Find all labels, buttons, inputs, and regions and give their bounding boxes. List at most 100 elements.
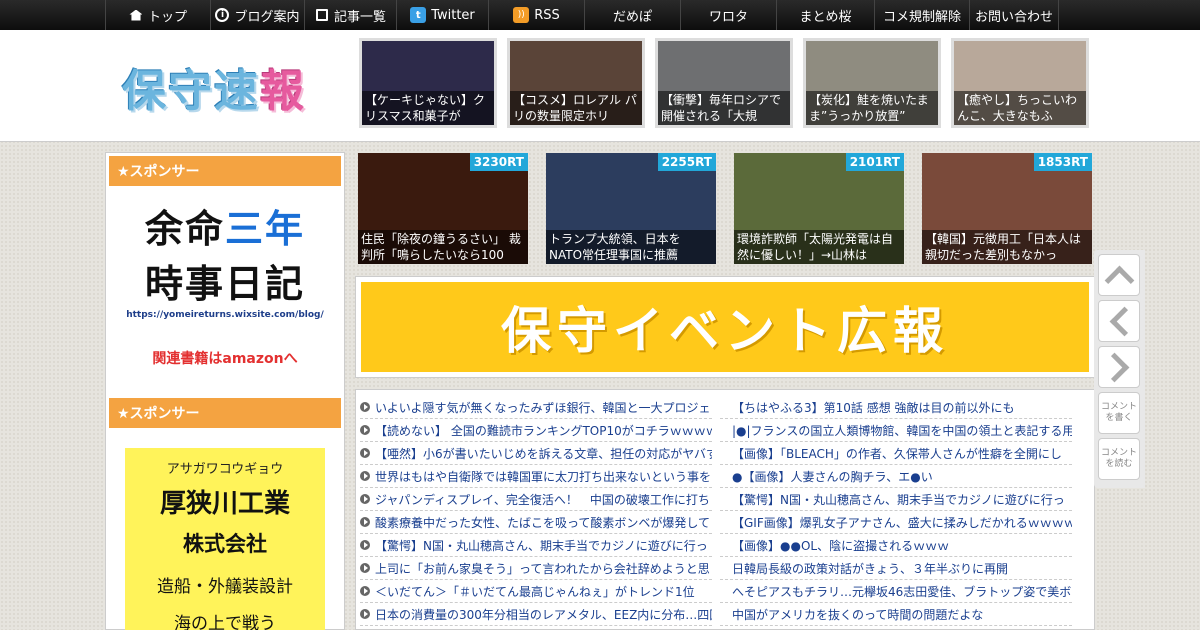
rt-count-badge: 2255RT [657,153,716,171]
header-thumb-caption: 【癒やし】ちっこいわんこ、大きなもふ [954,91,1086,125]
header-thumb[interactable]: 【ケーキじゃない】クリスマス和菓子が [359,38,497,128]
article-title: 【読めない】 全国の難読市ランキングTOP10がコチラｗｗｗｗ [375,423,712,438]
article-title: 【GIF画像】爆乳女子アナさん、盛大に揉みしだかれるｗｗｗｗ [732,515,1072,530]
article-link[interactable]: ＜いだてん＞「＃いだてん最高じゃんねぇ」がトレンド1位 [360,580,712,603]
article-link[interactable]: いよいよ隠す気が無くなったみずほ銀行、韓国と一大プロジェ [360,396,712,419]
nav-item-label: ワロタ [708,9,748,25]
article-title: いよいよ隠す気が無くなったみずほ銀行、韓国と一大プロジェ [375,400,711,415]
next-article-button[interactable] [1098,346,1140,388]
nav-item-8[interactable]: コメ規制解除 [874,0,969,30]
article-link[interactable]: 上司に「お前ん家臭そう」って言われたから会社辞めようと思 [360,557,712,580]
ad2-kana: アサガワコウギョウ [166,462,284,477]
play-bullet-icon [360,563,370,573]
site-logo[interactable]: 保守速報 [122,55,306,119]
read-comment-button[interactable]: コメントを読む [1098,438,1140,480]
article-title: 【唖然】小6が書いたいじめを訴える文章、担任の対応がヤバす [375,446,712,461]
ad-amazon-link[interactable]: 関連書籍はamazonへ [106,348,344,368]
article-link[interactable]: 【唖然】小6が書いたいじめを訴える文章、担任の対応がヤバす [360,442,712,465]
nav-item-4[interactable]: )) RSS [488,0,584,30]
article-link[interactable]: ジャパンディスプレイ、完全復活へ！ 中国の破壊工作に打ち [360,488,712,511]
logo-text-pink: 報 [260,66,306,117]
site-header: 保守速報 【ケーキじゃない】クリスマス和菓子が 【コスメ】ロレアル パリの数量限定… [0,30,1200,142]
ad2-tagline: 海の上で戦う [174,614,276,630]
ad2-corp: 株式会社 [183,532,267,556]
header-thumbnails: 【ケーキじゃない】クリスマス和菓子が 【コスメ】ロレアル パリの数量限定ホリ 【衝撃… [359,38,1089,128]
list-icon [315,8,329,22]
article-link[interactable]: 日本の消費量の300年分相当のレアメタル、EEZ内に分布…四国 [360,603,712,626]
article-title: 【ちはやふる3】第10話 感想 強敵は目の前以外にも [732,400,1015,415]
article-link[interactable]: 日韓局長級の政策対話がきょう、３年半ぶりに再開 [720,557,1072,580]
article-title: 【画像】「BLEACH」の作者、久保帯人さんが性癖を全開にし [732,446,1062,461]
article-title: 【驚愕】N国・丸山穂高さん、期末手当でカジノに遊びに行っ [732,492,1065,507]
nav-item-2[interactable]: 記事一覧 [304,0,396,30]
rt-count-badge: 3230RT [469,153,528,171]
top-navigation-bar: トップ i ブログ案内 記事一覧 t Twitter)) RSS だめぽ ワロタ まとめ桜 コメ規制… [0,0,1200,30]
article-link[interactable]: へそピアスもチラリ…元欅坂46志田愛佳、ブラトップ姿で美ボ [720,580,1072,603]
header-thumb[interactable]: 【炭化】鮭を焼いたまま”うっかり放置” [803,38,941,128]
sponsor-ad-yomei[interactable]: 余命三年 時事日記 https://yomeireturns.wixsite.c… [106,198,344,368]
article-link[interactable]: ●【画像】人妻さんの胸チラ、エ●い [720,465,1072,488]
article-title: 酸素療養中だった女性、たばこを吸って酸素ボンベが爆発して [375,515,711,530]
article-link[interactable]: 酸素療養中だった女性、たばこを吸って酸素ボンベが爆発して [360,511,712,534]
article-link[interactable]: 【画像】●●OL、陰に盗撮されるｗｗｗ [720,534,1072,557]
play-bullet-icon [360,586,370,596]
article-link[interactable]: 中国がアメリカを抜くのって時間の問題だよな [720,603,1072,626]
nav-item-5[interactable]: だめぽ [584,0,680,30]
article-title: 世界はもはや自衛隊では韓国軍に太刀打ち出来ないという事を [375,469,712,484]
header-thumb-caption: 【コスメ】ロレアル パリの数量限定ホリ [510,91,642,125]
info-icon: i [215,8,230,22]
rt-caption: トランプ大統領、日本をNATO常任理事国に推薦 [546,230,716,264]
nav-item-7[interactable]: まとめ桜 [776,0,874,30]
rt-caption: 環境詐欺師「太陽光発電は自然に優しい！」→山林は [734,230,904,264]
header-thumb[interactable]: 【癒やし】ちっこいわんこ、大きなもふ [951,38,1089,128]
sponsor-ad-asagawa[interactable]: アサガワコウギョウ 厚狭川工業 株式会社 造船・外艤装設計 海の上で戦う [125,448,325,630]
prev-article-button[interactable] [1098,300,1140,342]
scroll-top-button[interactable] [1098,254,1140,296]
rt-caption: 【韓国】元徴用工「日本人は親切だった差別もなかっ [922,230,1092,264]
ad2-company-name: 厚狭川工業 [159,489,290,519]
article-title: ジャパンディスプレイ、完全復活へ！ 中国の破壊工作に打ち [375,492,710,507]
play-bullet-icon [360,402,370,412]
article-link[interactable]: 【驚愕】N国・丸山穂高さん、期末手当でカジノに遊びに行っ [720,488,1072,511]
nav-item-label: Twitter [431,7,475,23]
article-title: ＜いだてん＞「＃いだてん最高じゃんねぇ」がトレンド1位 [375,584,695,599]
article-title: 【驚愕】N国・丸山穂高さん、期末手当でカジノに遊びに行っ [375,538,708,553]
play-bullet-icon [360,540,370,550]
article-list-right: 【ちはやふる3】第10話 感想 強敵は目の前以外にも |●|フランスの国立人類博物… [720,396,1072,626]
nav-item-label: コメ規制解除 [882,9,961,25]
home-icon [129,8,143,22]
rt-card[interactable]: 3230RT 住民「除夜の鐘うるさい」 裁判所「鳴らしたいなら100 [358,153,528,264]
floating-side-buttons: コメントを書く コメントを読む [1094,250,1145,488]
rt-card[interactable]: 1853RT 【韓国】元徴用工「日本人は親切だった差別もなかっ [922,153,1092,264]
header-thumb[interactable]: 【衝撃】毎年ロシアで開催される「大規 [655,38,793,128]
article-link[interactable]: 【ちはやふる3】第10話 感想 強敵は目の前以外にも [720,396,1072,419]
nav-item-label: だめぽ [612,9,652,25]
article-title: ●【画像】人妻さんの胸チラ、エ●い [732,469,933,484]
nav-item-9[interactable]: お問い合わせ [969,0,1059,30]
rt-card[interactable]: 2255RT トランプ大統領、日本をNATO常任理事国に推薦 [546,153,716,264]
article-link[interactable]: 【GIF画像】爆乳女子アナさん、盛大に揉みしだかれるｗｗｗｗ [720,511,1072,534]
nav-item-6[interactable]: ワロタ [680,0,776,30]
nav-item-1[interactable]: i ブログ案内 [210,0,304,30]
play-bullet-icon [360,517,370,527]
nav-item-label: 記事一覧 [333,9,386,25]
nav-item-label: ブログ案内 [234,9,300,25]
ad-title-line2: 時事日記 [144,262,305,306]
nav-item-label: お問い合わせ [974,9,1053,25]
event-banner-wrap: 保守イベント広報 [355,276,1095,378]
nav-item-3[interactable]: t Twitter [396,0,488,30]
header-thumb[interactable]: 【コスメ】ロレアル パリの数量限定ホリ [507,38,645,128]
rt-card[interactable]: 2101RT 環境詐欺師「太陽光発電は自然に優しい！」→山林は [734,153,904,264]
article-link[interactable]: |●|フランスの国立人類博物館、韓国を中国の領土と表記する用 [720,419,1072,442]
article-title: 上司に「お前ん家臭そう」って言われたから会社辞めようと思 [375,561,710,576]
article-link[interactable]: 【読めない】 全国の難読市ランキングTOP10がコチラｗｗｗｗ [360,419,712,442]
article-title: |●|フランスの国立人類博物館、韓国を中国の領土と表記する用 [732,423,1072,438]
write-comment-button[interactable]: コメントを書く [1098,392,1140,434]
event-banner[interactable]: 保守イベント広報 [361,282,1089,372]
article-link[interactable]: 【画像】「BLEACH」の作者、久保帯人さんが性癖を全開にし [720,442,1072,465]
article-link[interactable]: 【驚愕】N国・丸山穂高さん、期末手当でカジノに遊びに行っ [360,534,712,557]
play-bullet-icon [360,609,370,619]
article-link[interactable]: 世界はもはや自衛隊では韓国軍に太刀打ち出来ないという事を [360,465,712,488]
nav-item-0[interactable]: トップ [105,0,210,30]
sponsor-header-2: ★スポンサー [109,398,341,428]
